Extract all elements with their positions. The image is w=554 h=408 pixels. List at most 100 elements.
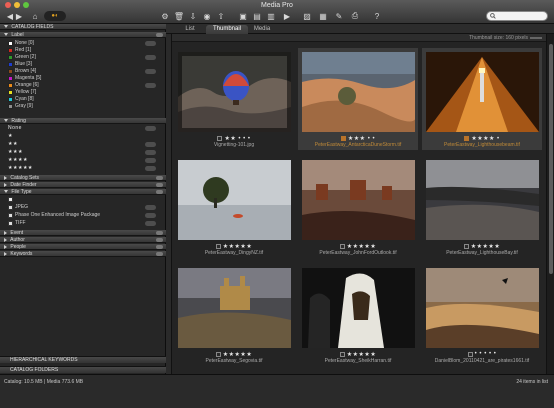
event-header[interactable]: Event: [0, 230, 166, 236]
gear-icon[interactable]: ⚙: [160, 11, 170, 21]
label-item-none[interactable]: None [0]: [0, 40, 166, 47]
thumbnail-item[interactable]: ★★★★★ PeterEastway_Segovia.tif: [172, 260, 296, 368]
file-type-blank[interactable]: [0, 196, 166, 203]
slideshow-play-icon[interactable]: ▶: [282, 11, 292, 21]
label-checkbox[interactable]: [467, 351, 473, 357]
star-rating[interactable]: ★★★ • •: [348, 135, 375, 142]
back-icon[interactable]: ◀: [6, 11, 14, 21]
label-section-header[interactable]: Label: [0, 32, 166, 38]
thumbnail-item[interactable]: ★★ • • • Vignetting-101.jpg: [172, 44, 296, 152]
label-checkbox[interactable]: [463, 243, 469, 249]
tab-list[interactable]: List: [176, 25, 204, 34]
keywords-icon[interactable]: ▤: [252, 11, 262, 21]
thumbnail-image[interactable]: [426, 52, 539, 132]
file-type-header[interactable]: File Type: [0, 189, 166, 195]
rating-item-2[interactable]: ★★: [0, 141, 166, 148]
label-item-red[interactable]: Red [1]: [0, 47, 166, 54]
thumbnail-item[interactable]: ★★★★★ PeterEastway_JohnFordOutlook.tif: [296, 152, 420, 260]
thumbnail-item[interactable]: ★★★★ • PeterEastway_Lighthousebeam.tif: [420, 44, 544, 152]
author-header[interactable]: Author: [0, 237, 166, 243]
home-icon[interactable]: ⌂: [30, 11, 40, 21]
star-rating[interactable]: ★★★★★: [223, 351, 252, 358]
file-type-checkbox[interactable]: [8, 205, 13, 210]
file-type-checkbox[interactable]: [8, 197, 13, 202]
rating-item-1[interactable]: ★: [0, 133, 166, 140]
brush-icon[interactable]: ✎: [334, 11, 344, 21]
thumbnail-image[interactable]: [178, 268, 291, 348]
file-type-phase-one[interactable]: Phase One Enhanced Image Package: [0, 212, 166, 219]
star-rating[interactable]: ★★★★★: [347, 351, 376, 358]
section-options-button[interactable]: [156, 231, 163, 235]
print-icon[interactable]: ⎙: [350, 11, 360, 21]
label-item-cyan[interactable]: Cyan [8]: [0, 96, 166, 103]
section-options-button[interactable]: [156, 252, 163, 256]
label-item-blue[interactable]: Blue [3]: [0, 61, 166, 68]
label-checkbox[interactable]: [339, 351, 345, 357]
label-item-green[interactable]: Green [2]: [0, 54, 166, 61]
section-options-button[interactable]: [156, 33, 163, 37]
histogram-icon[interactable]: ▥: [266, 11, 276, 21]
rating-item-5[interactable]: ★★★★★: [0, 165, 166, 172]
label-checkbox[interactable]: [217, 135, 223, 141]
thumbnail-image[interactable]: [426, 268, 539, 348]
image-view-icon[interactable]: ▨: [302, 11, 312, 21]
section-options-button[interactable]: [156, 176, 163, 180]
thumbnail-size-slider[interactable]: [530, 37, 542, 39]
label-checkbox[interactable]: [339, 243, 345, 249]
search-input[interactable]: [486, 11, 548, 21]
catalog-sets-header[interactable]: Catalog Sets: [0, 175, 166, 181]
keywords-header[interactable]: Keywords: [0, 251, 166, 257]
edit-icon[interactable]: ▦: [318, 11, 328, 21]
thumbnail-item[interactable]: ★★★★★ PeterEastway_DingyNZ.tif: [172, 152, 296, 260]
eye-icon[interactable]: ◉: [202, 11, 212, 21]
thumbnail-item[interactable]: ★★★★★ PeterEastway_LighthouseBay.tif: [420, 152, 544, 260]
section-options-button[interactable]: [156, 183, 163, 187]
label-item-yellow[interactable]: Yellow [7]: [0, 89, 166, 96]
label-item-brown[interactable]: Brown [4]: [0, 68, 166, 75]
import-icon[interactable]: ⇩: [188, 11, 198, 21]
label-checkbox[interactable]: [215, 351, 221, 357]
rating-item-none[interactable]: None: [0, 125, 166, 132]
thumbnail-image[interactable]: [302, 160, 415, 240]
thumbnail-image[interactable]: [178, 160, 291, 240]
thumbnail-image[interactable]: [302, 52, 415, 132]
label-item-gray[interactable]: Gray [9]: [0, 103, 166, 110]
catalog-fields-header[interactable]: CATALOG FIELDS: [0, 24, 166, 30]
label-item-magenta[interactable]: Magenta [5]: [0, 75, 166, 82]
star-rating[interactable]: ★★★★ •: [471, 135, 499, 142]
section-options-button[interactable]: [156, 238, 163, 242]
thumbnail-item[interactable]: ★★★★★ PeterEastway_SheikHarran.tif: [296, 260, 420, 368]
star-rating[interactable]: ★★ • • •: [224, 135, 250, 142]
label-checkbox[interactable]: [340, 135, 346, 141]
vertical-scrollbar[interactable]: [546, 34, 554, 374]
tab-media[interactable]: Media: [250, 25, 274, 34]
thumbnail-image[interactable]: [426, 160, 539, 240]
thumbnail-image[interactable]: [178, 52, 291, 132]
trash-icon[interactable]: 🗑: [174, 11, 184, 21]
star-rating[interactable]: ★★★★★: [471, 243, 500, 250]
help-icon[interactable]: ?: [372, 11, 382, 21]
scrollbar-thumb[interactable]: [549, 44, 553, 274]
file-type-tiff[interactable]: TIFF: [0, 220, 166, 227]
catalog-folders-header[interactable]: CATALOG FOLDERS: [0, 366, 166, 373]
file-type-checkbox[interactable]: [8, 213, 13, 218]
export-icon[interactable]: ⇧: [216, 11, 226, 21]
people-header[interactable]: People: [0, 244, 166, 250]
rating-section-header[interactable]: Rating: [0, 118, 166, 124]
view-mode-toggle-icon[interactable]: ●◐: [44, 11, 66, 21]
section-options-button[interactable]: [156, 190, 163, 194]
star-rating[interactable]: ★★★★★: [347, 243, 376, 250]
rating-item-3[interactable]: ★★★: [0, 149, 166, 156]
thumbnail-image[interactable]: [302, 268, 415, 348]
thumbnail-item[interactable]: • • • • • DanielBlom_20110421_are_pirate…: [420, 260, 544, 368]
star-rating[interactable]: ★★★★★: [223, 243, 252, 250]
forward-icon[interactable]: ▶: [15, 11, 23, 21]
file-type-jpeg[interactable]: JPEG: [0, 204, 166, 211]
hierarchical-keywords-header[interactable]: HIERARCHICAL KEYWORDS: [0, 356, 166, 363]
star-rating[interactable]: • • • • •: [475, 351, 497, 357]
label-checkbox[interactable]: [464, 135, 470, 141]
rating-item-4[interactable]: ★★★★: [0, 157, 166, 164]
file-type-checkbox[interactable]: [8, 221, 13, 226]
thumbnail-item[interactable]: ★★★ • • PeterEastway_AntarcticaDuneStorm…: [296, 44, 420, 152]
date-finder-header[interactable]: Date Finder: [0, 182, 166, 188]
